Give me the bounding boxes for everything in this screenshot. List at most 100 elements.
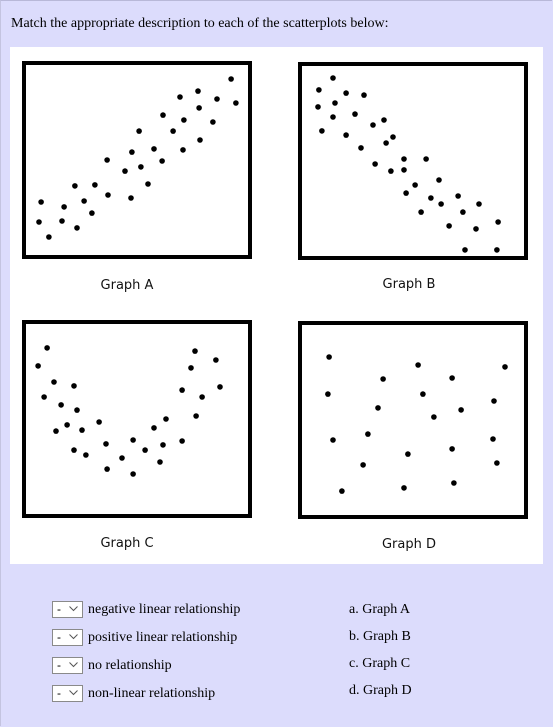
data-point <box>449 446 455 452</box>
data-point <box>197 137 203 143</box>
scatter-svg <box>22 61 252 259</box>
data-point <box>473 226 479 232</box>
data-point <box>119 455 125 461</box>
data-point <box>390 134 396 140</box>
data-point <box>51 379 57 385</box>
match-select[interactable]: - <box>52 685 83 702</box>
data-point <box>491 398 497 404</box>
data-point <box>59 218 65 224</box>
select-value: - <box>57 686 61 700</box>
data-point <box>179 387 185 393</box>
data-point <box>423 156 429 162</box>
chevron-down-icon <box>69 606 78 612</box>
plot-frame <box>298 321 528 519</box>
data-point <box>210 119 216 125</box>
scatterplots-image: Graph A Graph B Graph C Graph D <box>10 47 543 564</box>
data-point <box>401 485 407 491</box>
data-point <box>330 75 336 81</box>
option-graph-a: a. Graph A <box>349 602 411 617</box>
plot-frame <box>22 61 252 259</box>
data-point <box>44 345 50 351</box>
data-point <box>343 90 349 96</box>
data-point <box>71 447 77 453</box>
data-point <box>214 96 220 102</box>
data-point <box>401 167 407 173</box>
data-point <box>420 391 426 397</box>
data-point <box>405 451 411 457</box>
data-point <box>380 376 386 382</box>
data-point <box>160 112 166 118</box>
match-select[interactable]: - <box>52 657 83 674</box>
select-value: - <box>57 658 61 672</box>
graph-b-label: Graph B <box>382 277 436 292</box>
data-point <box>104 157 110 163</box>
data-point <box>193 413 199 419</box>
graph-a-plot <box>22 61 252 259</box>
data-point <box>455 193 461 199</box>
data-point <box>360 462 366 468</box>
data-point <box>494 247 500 253</box>
description-label: negative linear relationship <box>88 602 241 617</box>
data-point <box>35 363 41 369</box>
data-point <box>71 383 77 389</box>
data-point <box>46 234 52 240</box>
data-point <box>53 428 59 434</box>
data-point <box>83 452 89 458</box>
scatter-svg <box>298 321 528 519</box>
data-point <box>228 76 234 82</box>
data-point <box>61 204 67 210</box>
data-point <box>188 365 194 371</box>
data-point <box>358 145 364 151</box>
data-point <box>330 114 336 120</box>
data-point <box>103 441 109 447</box>
data-point <box>330 437 336 443</box>
data-point <box>502 364 508 370</box>
match-select[interactable]: - <box>52 601 83 618</box>
scatter-svg <box>298 62 528 260</box>
data-point <box>179 438 185 444</box>
data-point <box>460 209 466 215</box>
data-point <box>401 156 407 162</box>
graph-a-label: Graph A <box>100 278 154 293</box>
data-point <box>418 209 424 215</box>
data-point <box>128 195 134 201</box>
data-point <box>160 442 166 448</box>
data-point <box>438 201 444 207</box>
data-point <box>213 357 219 363</box>
option-graph-b: b. Graph B <box>349 629 411 644</box>
data-point <box>372 161 378 167</box>
data-point <box>365 431 371 437</box>
data-point <box>361 92 367 98</box>
data-point <box>142 447 148 453</box>
data-point <box>58 402 64 408</box>
data-point <box>383 140 389 146</box>
data-point <box>81 198 87 204</box>
data-point <box>136 128 142 134</box>
data-point <box>130 471 136 477</box>
description-label: no relationship <box>88 658 172 673</box>
data-point <box>96 419 102 425</box>
data-point <box>105 192 111 198</box>
data-point <box>195 88 201 94</box>
graph-d-label: Graph D <box>381 537 437 552</box>
data-point <box>163 416 169 422</box>
data-point <box>89 210 95 216</box>
data-point <box>458 407 464 413</box>
data-point <box>403 190 409 196</box>
data-point <box>170 128 176 134</box>
graph-d-plot <box>298 321 528 519</box>
data-point <box>451 480 457 486</box>
match-select[interactable]: - <box>52 629 83 646</box>
data-point <box>326 354 332 360</box>
data-point <box>196 105 202 111</box>
data-point <box>151 425 157 431</box>
data-point <box>325 391 331 397</box>
data-point <box>122 168 128 174</box>
data-point <box>151 146 157 152</box>
option-graph-d: d. Graph D <box>349 683 412 698</box>
plot-frame <box>298 62 528 260</box>
data-point <box>462 247 468 253</box>
data-point <box>370 122 376 128</box>
data-point <box>352 111 358 117</box>
data-point <box>381 117 387 123</box>
